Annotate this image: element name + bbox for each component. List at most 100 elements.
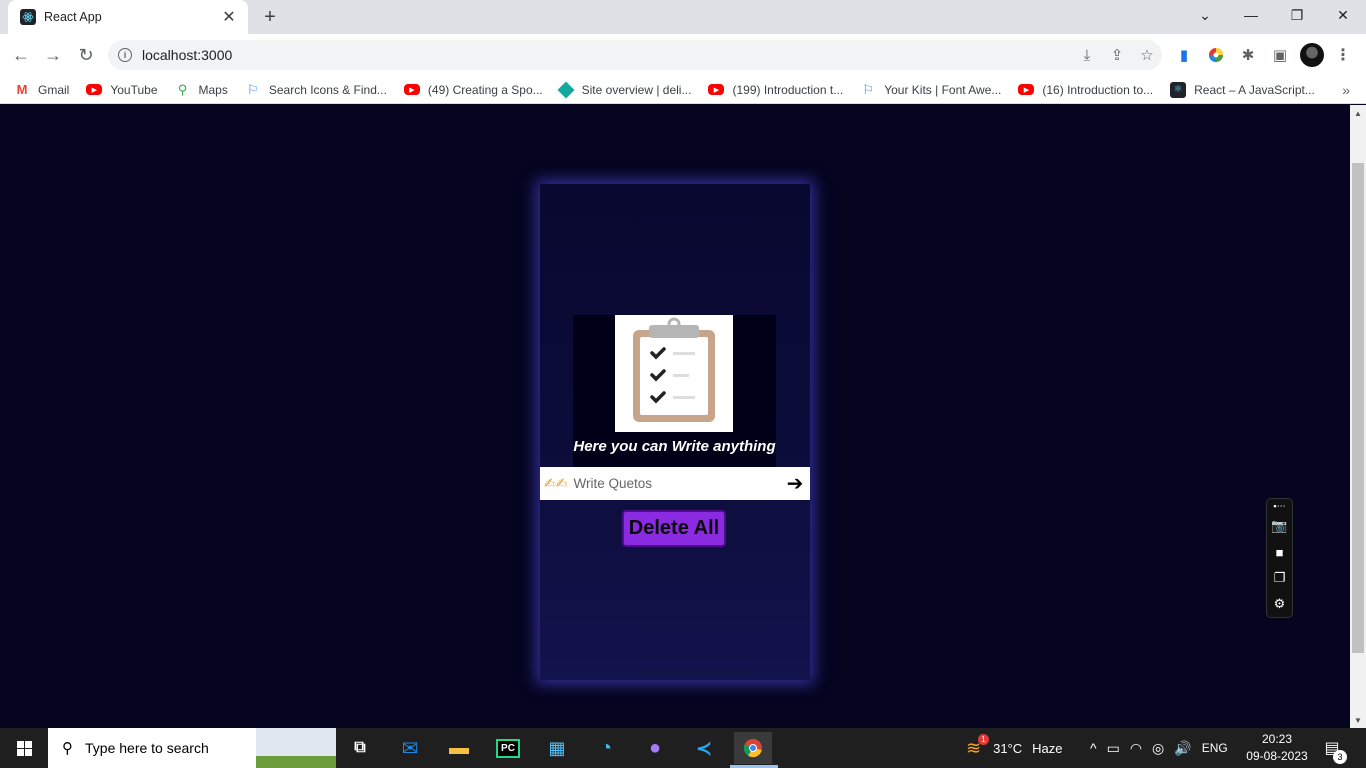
quote-input[interactable]: [569, 468, 782, 499]
settings-gear-icon[interactable]: ⚙: [1267, 593, 1292, 615]
bookmark-creating-spo[interactable]: ▶ (49) Creating a Spo...: [403, 82, 543, 97]
tab-strip: React App ✕ + ⌄ — ❐ ✕: [0, 0, 1366, 34]
file-explorer-icon[interactable]: ▬: [440, 732, 478, 764]
taskbar-search[interactable]: ⚲ Type here to search: [48, 728, 336, 768]
reload-button[interactable]: ↻: [73, 42, 99, 68]
bookmark-react[interactable]: ⚛ React – A JavaScript...: [1170, 81, 1315, 98]
bookmark-label: (199) Introduction t...: [732, 82, 844, 97]
bookmarks-bar: M Gmail ▶ YouTube ⚲ Maps ⚐ Search Icons & Fi…: [0, 76, 1366, 104]
side-panel-icon[interactable]: ▣: [1268, 43, 1292, 67]
clock[interactable]: 20:23 09-08-2023: [1240, 731, 1314, 765]
close-window-button[interactable]: ✕: [1320, 0, 1366, 30]
search-icon: ⚲: [62, 740, 73, 757]
youtube-icon: ▶: [403, 84, 420, 95]
start-button[interactable]: [0, 728, 48, 768]
bookmark-search-icons[interactable]: ⚐ Search Icons & Find...: [245, 82, 387, 98]
notification-count-badge: 3: [1333, 750, 1347, 764]
volume-icon[interactable]: 🔊: [1174, 740, 1191, 757]
weather-temp: 31°C: [993, 740, 1023, 756]
discord-app-icon[interactable]: ●: [636, 732, 674, 764]
youtube-icon: ▶: [708, 84, 725, 95]
bookmark-youtube[interactable]: ▶ YouTube: [86, 82, 158, 97]
clock-date: 09-08-2023: [1246, 749, 1308, 763]
bookmark-label: (49) Creating a Spo...: [427, 82, 543, 97]
restore-button[interactable]: ❐: [1274, 0, 1320, 30]
weather-haze-icon: ≋ 1: [966, 733, 989, 759]
weather-widget[interactable]: ≋ 1 31°C Haze: [966, 728, 1063, 768]
task-view-icon[interactable]: ⧉: [341, 732, 379, 764]
bookmark-site-overview[interactable]: Site overview | deli...: [557, 81, 692, 98]
close-tab-icon[interactable]: ✕: [220, 8, 238, 26]
page-scrollbar[interactable]: ▲ ▼: [1350, 105, 1366, 728]
extensions-puzzle-icon[interactable]: ✱: [1236, 43, 1260, 67]
scroll-up-icon[interactable]: ▲: [1350, 105, 1366, 121]
tab-search-chevron-icon[interactable]: ⌄: [1182, 0, 1228, 30]
add-arrow-icon[interactable]: ➔: [782, 469, 808, 499]
bookmark-label: Site overview | deli...: [581, 82, 692, 97]
clock-time: 20:23: [1261, 732, 1293, 746]
profile-avatar[interactable]: [1300, 43, 1324, 67]
react-favicon-icon: [20, 9, 36, 25]
bookmark-introduction-16[interactable]: ▶ (16) Introduction to...: [1018, 83, 1153, 97]
install-icon[interactable]: ⤓: [1072, 40, 1102, 70]
language-indicator[interactable]: ENG: [1202, 741, 1228, 755]
edge-icon[interactable]: ◔: [587, 732, 625, 764]
bookmark-label: Search Icons & Find...: [268, 82, 387, 97]
capture-menu-icon[interactable]: ▪⋯: [1267, 499, 1292, 513]
new-tab-button[interactable]: +: [258, 6, 282, 28]
system-tray-icons: ^ ▭ ◠ ◎ 🔊 ENG: [1090, 728, 1228, 768]
minimize-button[interactable]: —: [1228, 0, 1274, 30]
bookmark-font-awesome[interactable]: ⚐ Your Kits | Font Awe...: [860, 82, 1001, 98]
browser-menu-icon[interactable]: ⋮: [1334, 43, 1352, 67]
diamond-icon: [557, 81, 575, 98]
screen-capture-toolbar: ▪⋯ 📷 ■ ❐ ⚙: [1266, 498, 1293, 618]
back-button[interactable]: ←: [8, 42, 34, 68]
quote-input-row: ✍✍ ➔: [540, 467, 810, 500]
todo-card: Here you can Write anything ✍✍ ➔ Delete …: [540, 184, 810, 680]
youtube-icon: ▶: [86, 84, 103, 95]
vscode-icon[interactable]: ≺: [685, 732, 723, 764]
search-placeholder: Type here to search: [85, 740, 209, 756]
pycharm-icon[interactable]: PC: [489, 732, 527, 764]
bookmark-label: (16) Introduction to...: [1042, 82, 1154, 97]
bookmark-maps[interactable]: ⚲ Maps: [175, 82, 228, 98]
address-bar[interactable]: i localhost:3000 ⤓ ⇪ ☆: [108, 40, 1162, 70]
maps-icon: ⚲: [177, 81, 188, 97]
hero-section: Here you can Write anything: [573, 315, 776, 467]
bookmark-label: Maps: [198, 82, 228, 97]
react-icon: ⚛: [1170, 81, 1187, 98]
battery-icon[interactable]: ▭: [1107, 740, 1120, 757]
meet-now-icon[interactable]: ◎: [1152, 740, 1164, 757]
forward-button[interactable]: →: [40, 42, 66, 68]
bookmark-label: YouTube: [110, 82, 158, 97]
chrome-icon[interactable]: [734, 732, 772, 764]
chevron-up-icon[interactable]: ^: [1090, 740, 1097, 756]
page-viewport: Here you can Write anything ✍✍ ➔ Delete …: [0, 105, 1350, 728]
mail-icon[interactable]: ✉: [391, 732, 429, 764]
weather-badge: 1: [978, 733, 989, 745]
bookmark-gmail[interactable]: M Gmail: [14, 82, 70, 98]
scroll-down-icon[interactable]: ▼: [1350, 712, 1366, 728]
bookmark-label: Gmail: [38, 82, 70, 97]
wifi-icon[interactable]: ◠: [1130, 740, 1142, 757]
bookmark-label: React – A JavaScript...: [1194, 82, 1315, 97]
more-bookmarks-icon[interactable]: »: [1342, 82, 1350, 98]
clipboard-checklist-icon: [615, 315, 733, 432]
bookmark-star-icon[interactable]: ☆: [1132, 40, 1162, 70]
window-capture-icon[interactable]: ❐: [1267, 567, 1292, 589]
color-wheel-extension-icon[interactable]: [1204, 43, 1228, 67]
flag-icon: ⚐: [862, 81, 875, 97]
video-camera-icon[interactable]: ■: [1267, 541, 1292, 563]
scroll-thumb[interactable]: [1352, 163, 1364, 653]
tab-react-app[interactable]: React App ✕: [8, 0, 248, 34]
camera-icon[interactable]: 📷: [1267, 515, 1292, 537]
bookmark-introduction-199[interactable]: ▶ (199) Introduction t...: [708, 83, 843, 97]
extension-blue-icon[interactable]: ▮: [1172, 43, 1196, 67]
share-icon[interactable]: ⇪: [1102, 40, 1132, 70]
delete-all-button[interactable]: Delete All: [622, 510, 726, 547]
browser-toolbar: ← → ↻ i localhost:3000 ⤓ ⇪ ☆ ▮ ✱ ▣ ⋮: [0, 34, 1366, 76]
flag-icon: ⚐: [247, 81, 259, 97]
site-info-icon[interactable]: i: [118, 48, 132, 62]
microsoft-store-icon[interactable]: ▦: [538, 732, 576, 764]
search-highlight-image: [256, 728, 336, 768]
